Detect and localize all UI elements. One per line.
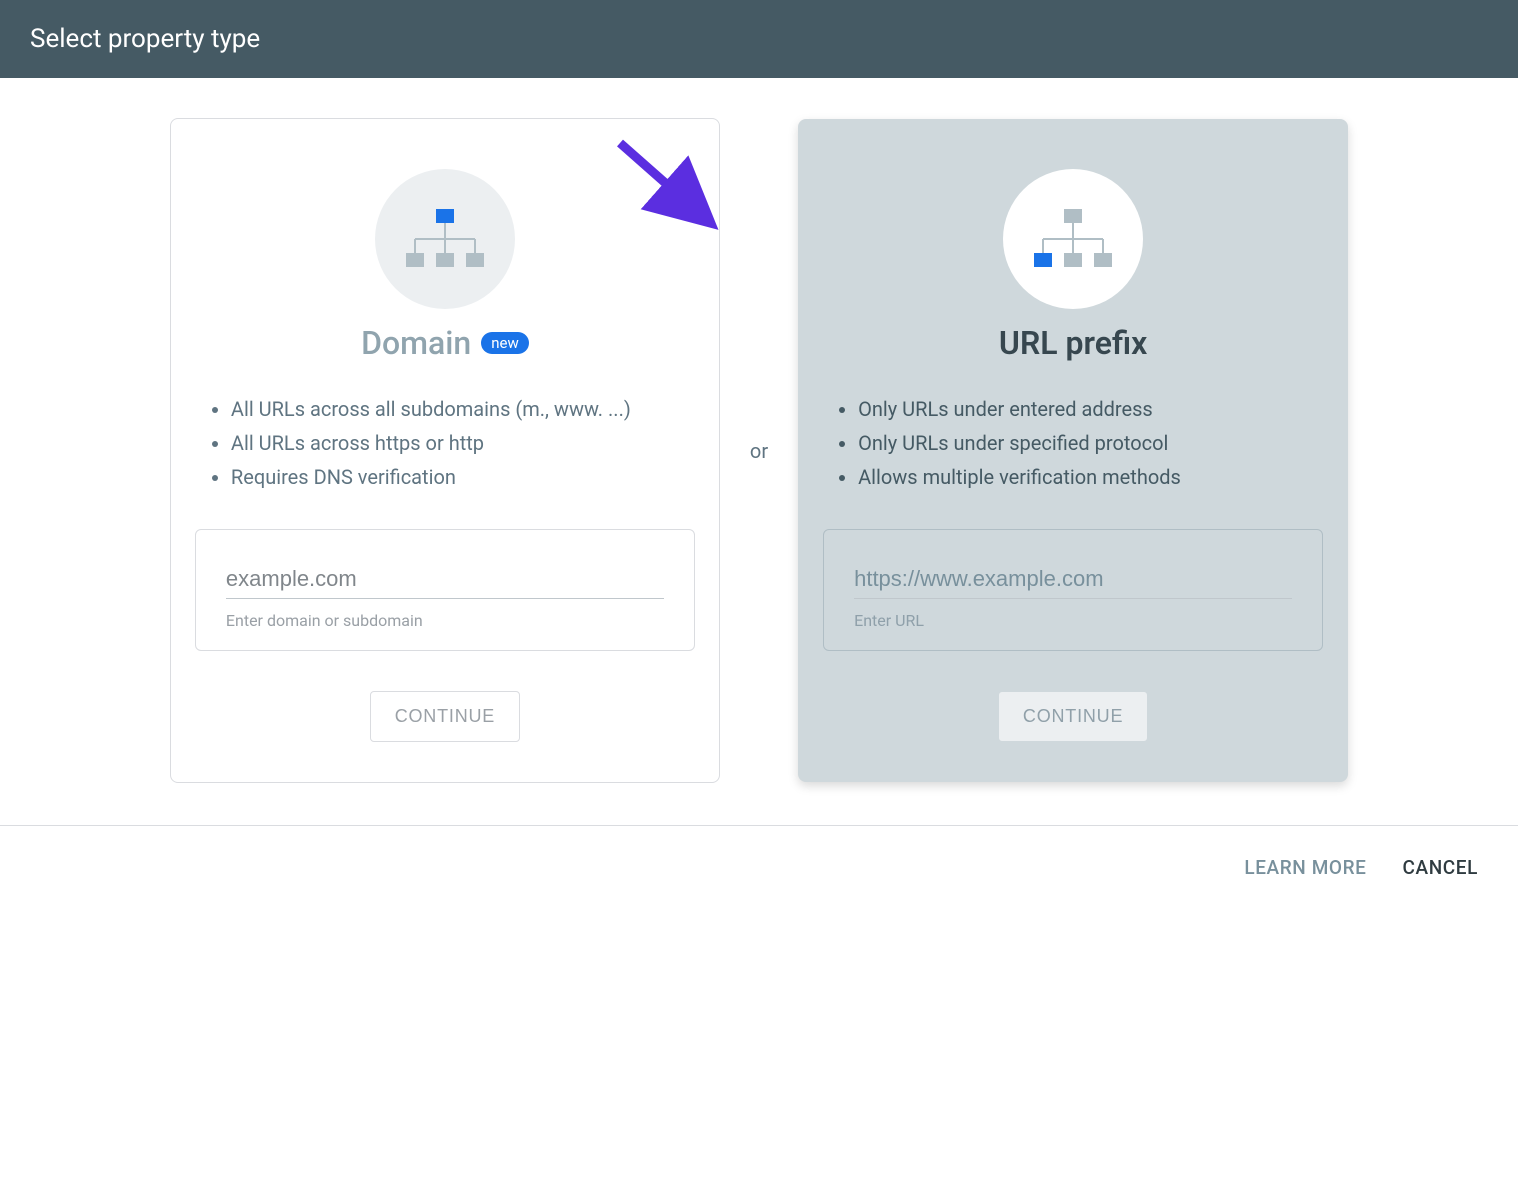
domain-input-container: Enter domain or subdomain [195, 529, 695, 651]
learn-more-button[interactable]: LEARN MORE [1244, 856, 1366, 879]
cancel-button[interactable]: CANCEL [1403, 856, 1478, 879]
annotation-arrow-icon [610, 133, 730, 247]
domain-feature-list: All URLs across all subdomains (m., www.… [191, 392, 699, 494]
content-area: Domain new All URLs across all subdomain… [0, 78, 1518, 813]
sitemap-icon [1034, 209, 1112, 269]
urlprefix-title-row: URL prefix [999, 324, 1147, 362]
urlprefix-feature-list: Only URLs under entered address Only URL… [818, 392, 1328, 494]
or-separator: or [750, 439, 768, 463]
domain-title-row: Domain new [361, 324, 529, 362]
list-item: Requires DNS verification [231, 460, 699, 494]
dialog-header: Select property type [0, 0, 1518, 78]
domain-input[interactable] [226, 560, 664, 599]
dialog-footer: LEARN MORE CANCEL [0, 825, 1518, 909]
sitemap-icon [406, 209, 484, 269]
domain-continue-button[interactable]: CONTINUE [370, 691, 520, 742]
list-item: All URLs across all subdomains (m., www.… [231, 392, 699, 426]
dialog-title: Select property type [30, 24, 260, 54]
list-item: Allows multiple verification methods [858, 460, 1328, 494]
list-item: Only URLs under entered address [858, 392, 1328, 426]
urlprefix-input[interactable] [854, 560, 1292, 599]
urlprefix-property-card[interactable]: URL prefix Only URLs under entered addre… [798, 119, 1348, 782]
urlprefix-input-helper: Enter URL [854, 611, 1292, 630]
urlprefix-icon-circle [1003, 169, 1143, 309]
domain-card-title: Domain [361, 324, 471, 362]
urlprefix-card-title: URL prefix [999, 324, 1147, 362]
list-item: All URLs across https or http [231, 426, 699, 460]
urlprefix-continue-button[interactable]: CONTINUE [998, 691, 1148, 742]
domain-input-helper: Enter domain or subdomain [226, 611, 664, 630]
domain-icon-circle [375, 169, 515, 309]
urlprefix-input-container: Enter URL [823, 529, 1323, 651]
list-item: Only URLs under specified protocol [858, 426, 1328, 460]
new-badge: new [481, 332, 529, 354]
